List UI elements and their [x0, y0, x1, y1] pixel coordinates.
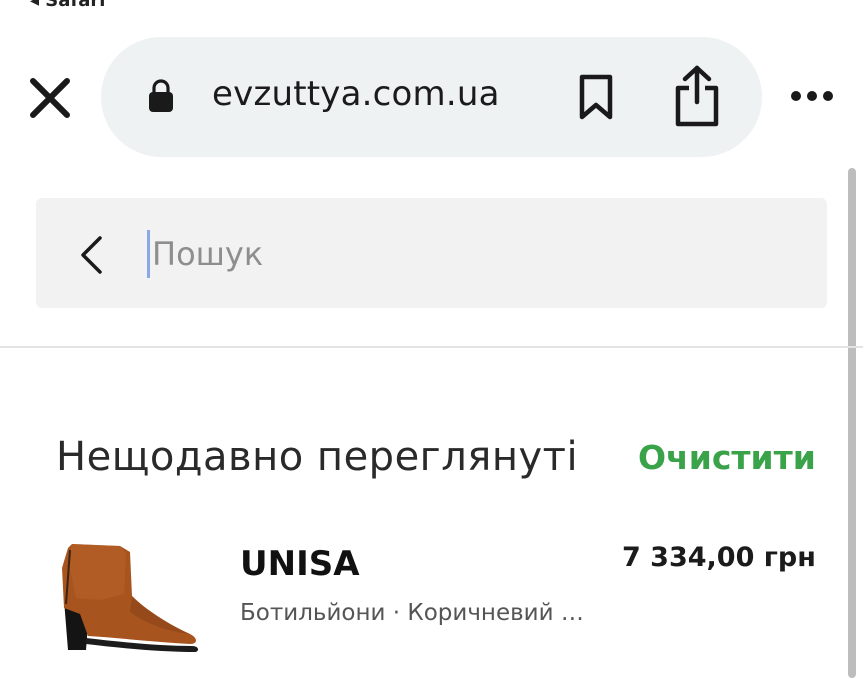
- product-description: Ботильйони · Коричневий …: [240, 600, 584, 626]
- more-icon[interactable]: [790, 88, 834, 104]
- close-button[interactable]: [28, 76, 72, 120]
- search-input[interactable]: [152, 226, 792, 282]
- list-item[interactable]: UNISA 7 334,00 грн Ботильйони · Коричнев…: [50, 530, 820, 660]
- product-brand: UNISA: [240, 544, 360, 584]
- page: ◂ Safari evzuttya.com.ua Пошук Нещодавно…: [0, 0, 863, 700]
- ankle-boot-image: [50, 538, 210, 658]
- url-text[interactable]: evzuttya.com.ua: [212, 74, 500, 114]
- chevron-left-icon[interactable]: [78, 235, 104, 275]
- product-price: 7 334,00 грн: [622, 542, 816, 573]
- divider: [0, 346, 863, 348]
- clear-button[interactable]: Очистити: [638, 438, 816, 477]
- back-to-app-link[interactable]: ◂ Safari: [30, 0, 105, 11]
- bookmark-icon[interactable]: [577, 73, 615, 121]
- section-title: Нещодавно переглянуті: [56, 434, 579, 480]
- close-icon: [30, 78, 70, 118]
- text-caret: [147, 230, 150, 278]
- lock-icon: [148, 79, 174, 113]
- share-icon[interactable]: [672, 64, 722, 128]
- scrollbar[interactable]: [848, 168, 856, 678]
